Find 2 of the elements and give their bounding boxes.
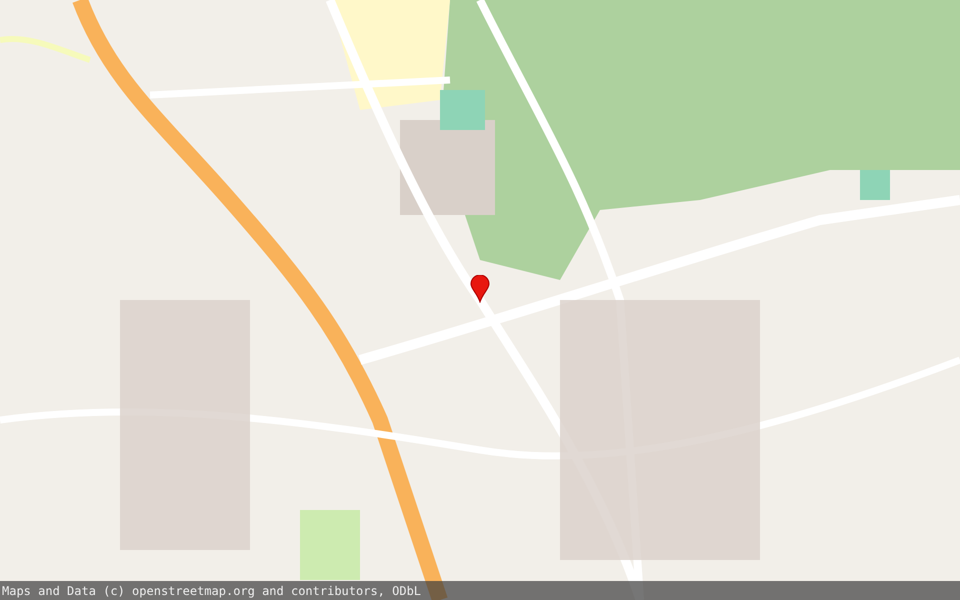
map-attribution: Maps and Data (c) openstreetmap.org and contributors, ODbL — [0, 581, 960, 600]
location-pin-icon[interactable] — [470, 275, 490, 303]
